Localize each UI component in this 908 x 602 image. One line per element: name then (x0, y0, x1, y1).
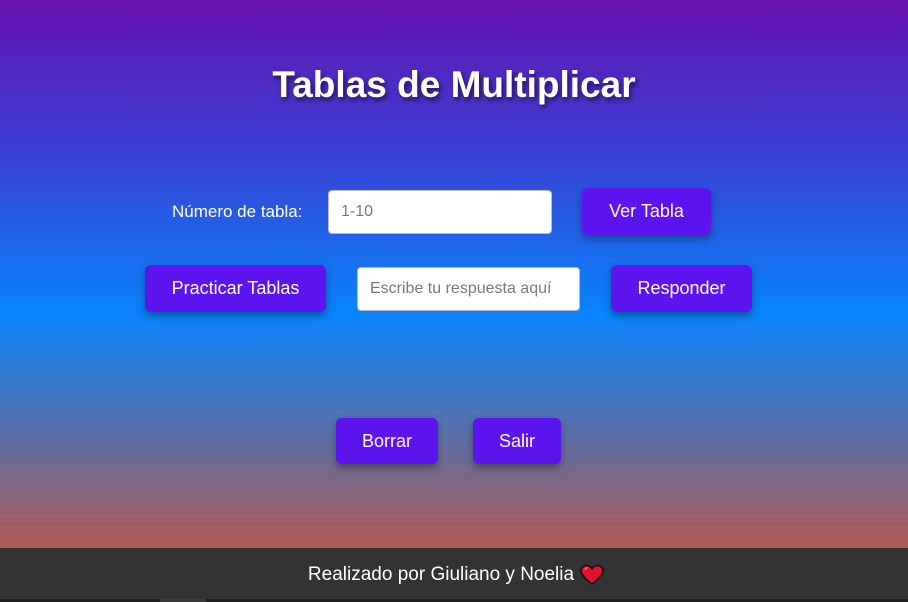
clear-button[interactable]: Borrar (336, 418, 438, 464)
view-table-button[interactable]: Ver Tabla (582, 188, 711, 235)
footer-text: Realizado por Giuliano y Noelia (307, 564, 575, 585)
exit-button[interactable]: Salir (473, 418, 561, 464)
answer-input[interactable] (357, 267, 580, 311)
table-number-label: Número de tabla: (172, 202, 303, 221)
footer-content: Realizado por Giuliano y Noelia (308, 564, 604, 586)
table-number-input[interactable] (328, 190, 552, 234)
page-title: Tablas de Multiplicar (272, 64, 636, 105)
practice-tables-button[interactable]: Practicar Tablas (145, 265, 326, 312)
heart-icon (580, 564, 604, 586)
respond-button[interactable]: Responder (611, 265, 752, 312)
footer: Realizado por Giuliano y Noelia (0, 548, 908, 602)
